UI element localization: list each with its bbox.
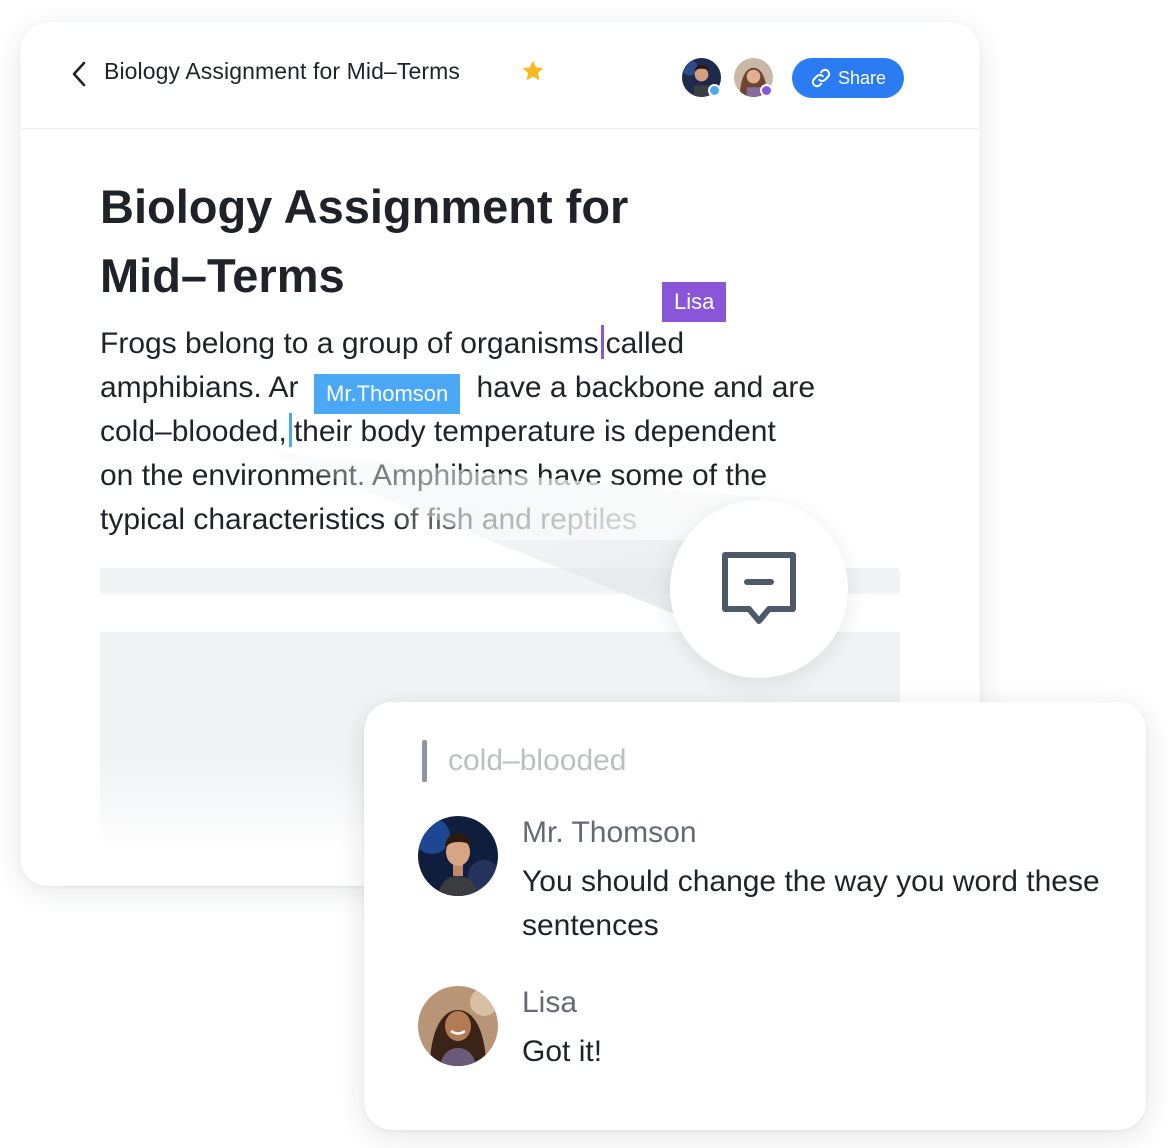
- body-line: amphibians. Ar have a backbone and are: [100, 371, 816, 404]
- link-icon: [811, 68, 831, 88]
- comment-author: Mr. Thomson: [522, 816, 697, 849]
- avatar[interactable]: [418, 986, 498, 1066]
- comment-button[interactable]: [670, 500, 848, 678]
- lisa-cursor-flag: Lisa: [662, 282, 727, 322]
- page-title[interactable]: Biology Assignment for Mid–Terms: [100, 172, 700, 310]
- chevron-left-icon[interactable]: [70, 60, 88, 88]
- thomson-cursor-flag: Mr.Thomson: [314, 374, 461, 414]
- doc-topbar: Biology Assignment for Mid–Terms Share: [20, 22, 980, 129]
- thomson-cursor: [288, 413, 292, 447]
- body-line: on the environment. Amphibians have some…: [100, 459, 768, 492]
- status-dot: [760, 84, 773, 97]
- comment-author: Lisa: [522, 986, 578, 1019]
- lisa-cursor: [600, 325, 604, 359]
- status-dot: [708, 84, 721, 97]
- comment-icon: [722, 552, 796, 624]
- share-button[interactable]: Share: [792, 58, 904, 98]
- body-line: cold–blooded, their body temperature is d…: [100, 413, 776, 448]
- avatar[interactable]: [418, 816, 498, 896]
- comment-text: Got it!: [522, 1035, 603, 1068]
- doc-tab-title: Biology Assignment for Mid–Terms: [104, 58, 461, 84]
- quoted-text: cold–blooded: [448, 744, 627, 777]
- star-icon[interactable]: [520, 58, 546, 84]
- quote-bar: [422, 740, 427, 782]
- comment-text: You should change the way you word these…: [522, 865, 1100, 942]
- comment-thread-card: cold–blooded Mr. Thomson You should chan…: [364, 702, 1146, 1130]
- body-line: Frogs belong to a group of organisms call…: [100, 325, 685, 360]
- share-label: Share: [837, 67, 887, 88]
